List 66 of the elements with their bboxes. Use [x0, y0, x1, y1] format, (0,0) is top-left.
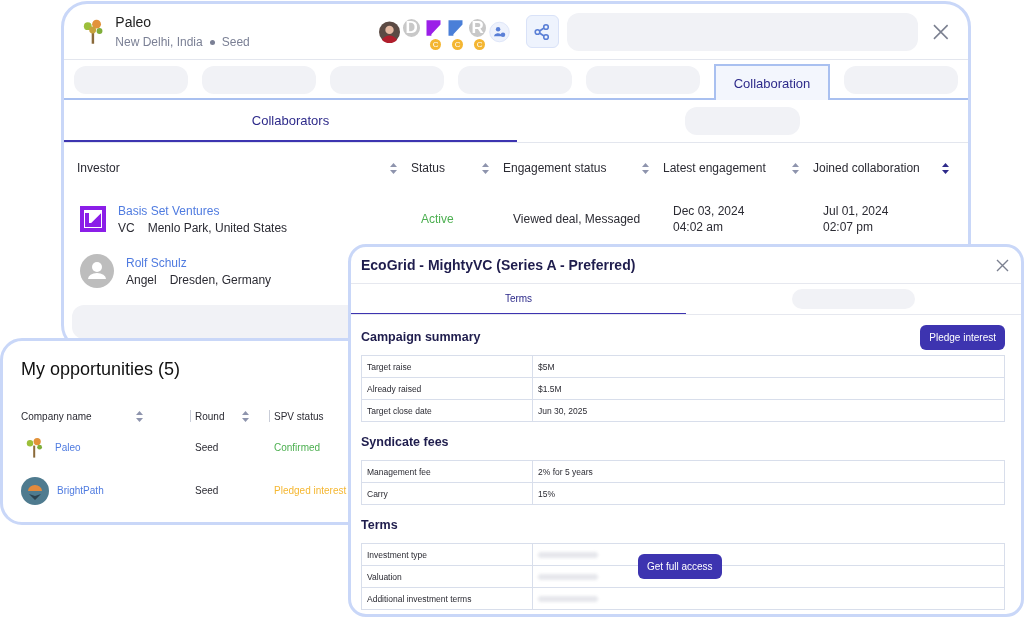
- column-header: Status: [411, 161, 446, 175]
- badge: C: [430, 38, 442, 50]
- status-text: Confirmed: [274, 442, 321, 453]
- investor-location: Menlo Park, United States: [147, 220, 288, 235]
- blurred-value: [538, 551, 598, 558]
- table-cell: Seed: [195, 442, 219, 453]
- section-title: Campaign summary: [361, 330, 481, 344]
- table-cell: $1.5M: [538, 383, 562, 394]
- column-header: Company name: [21, 410, 92, 422]
- arrow-logo-icon: [80, 206, 106, 232]
- badge: C: [452, 38, 464, 50]
- blurred-value: [538, 573, 598, 580]
- status-text: Pledged interest: [274, 485, 347, 496]
- company-name: Paleo: [115, 14, 153, 30]
- close-icon[interactable]: [996, 258, 1009, 272]
- close-icon[interactable]: [932, 22, 950, 41]
- section-title: Syndicate fees: [361, 435, 449, 449]
- column-header: SPV status: [274, 410, 324, 422]
- column-header: Investor: [77, 161, 120, 175]
- blurred-value: [538, 595, 598, 602]
- round-logo-icon: [21, 476, 49, 505]
- table-cell: $5M: [538, 361, 555, 372]
- table-cell: Target raise: [362, 356, 533, 377]
- table-cell: Already raised: [362, 378, 533, 399]
- table-cell: Additional investment terms: [362, 588, 533, 609]
- tab[interactable]: Collaboration: [714, 64, 830, 100]
- investor-name-link[interactable]: Basis Set Ventures: [118, 203, 288, 218]
- table-cell: Seed: [195, 485, 219, 496]
- column-header: Round: [195, 410, 225, 422]
- investor-type: Angel: [126, 272, 157, 287]
- table-cell: 15%: [538, 488, 555, 499]
- table-cell-text: Jul 01, 2024: [823, 204, 890, 218]
- table-cell: Jun 30, 2025: [538, 405, 588, 416]
- tab[interactable]: Collaborators: [64, 100, 517, 142]
- share-icon: [533, 22, 552, 41]
- separator-dot-icon: [209, 39, 215, 45]
- company-location: New Delhi, India: [115, 35, 203, 49]
- table-cell: Management fee: [362, 461, 533, 482]
- column-header: Latest engagement: [663, 161, 766, 175]
- investor-type: VC: [118, 220, 135, 235]
- investor-location: Dresden, Germany: [169, 272, 272, 287]
- table-cell-text: 02:07 pm: [823, 220, 875, 234]
- sort-icon[interactable]: [942, 162, 949, 174]
- get-access-button[interactable]: Get full access: [638, 554, 722, 579]
- table-cell: Viewed deal, Messaged: [513, 212, 641, 226]
- table-cell: 2% for 5 years: [538, 466, 593, 477]
- company-link[interactable]: Paleo: [55, 442, 81, 453]
- status-text: Active: [421, 212, 454, 226]
- column-header: Joined collaboration: [813, 161, 920, 175]
- company-stage: Seed: [221, 35, 250, 49]
- investor-name-link[interactable]: Rolf Schulz: [126, 255, 272, 270]
- table-cell: Valuation: [362, 566, 533, 587]
- table-cell: Investment type: [362, 544, 533, 565]
- share-button[interactable]: [526, 15, 559, 48]
- table-cell-text: Dec 03, 2024: [673, 204, 746, 218]
- table-cell: Target close date: [362, 400, 533, 421]
- column-header: Engagement status: [503, 161, 607, 175]
- person-avatar-icon: [80, 254, 114, 288]
- badge: C: [474, 38, 486, 50]
- dialog-title: EcoGrid - MightyVC (Series A - Preferred): [361, 257, 636, 273]
- table-cell-text: 04:02 am: [673, 220, 725, 234]
- section-title: Terms: [361, 518, 398, 532]
- company-link[interactable]: BrightPath: [57, 485, 104, 496]
- pledge-button[interactable]: Pledge interest: [920, 324, 1005, 350]
- table-cell: Carry: [362, 483, 533, 504]
- tab[interactable]: Terms: [351, 284, 686, 314]
